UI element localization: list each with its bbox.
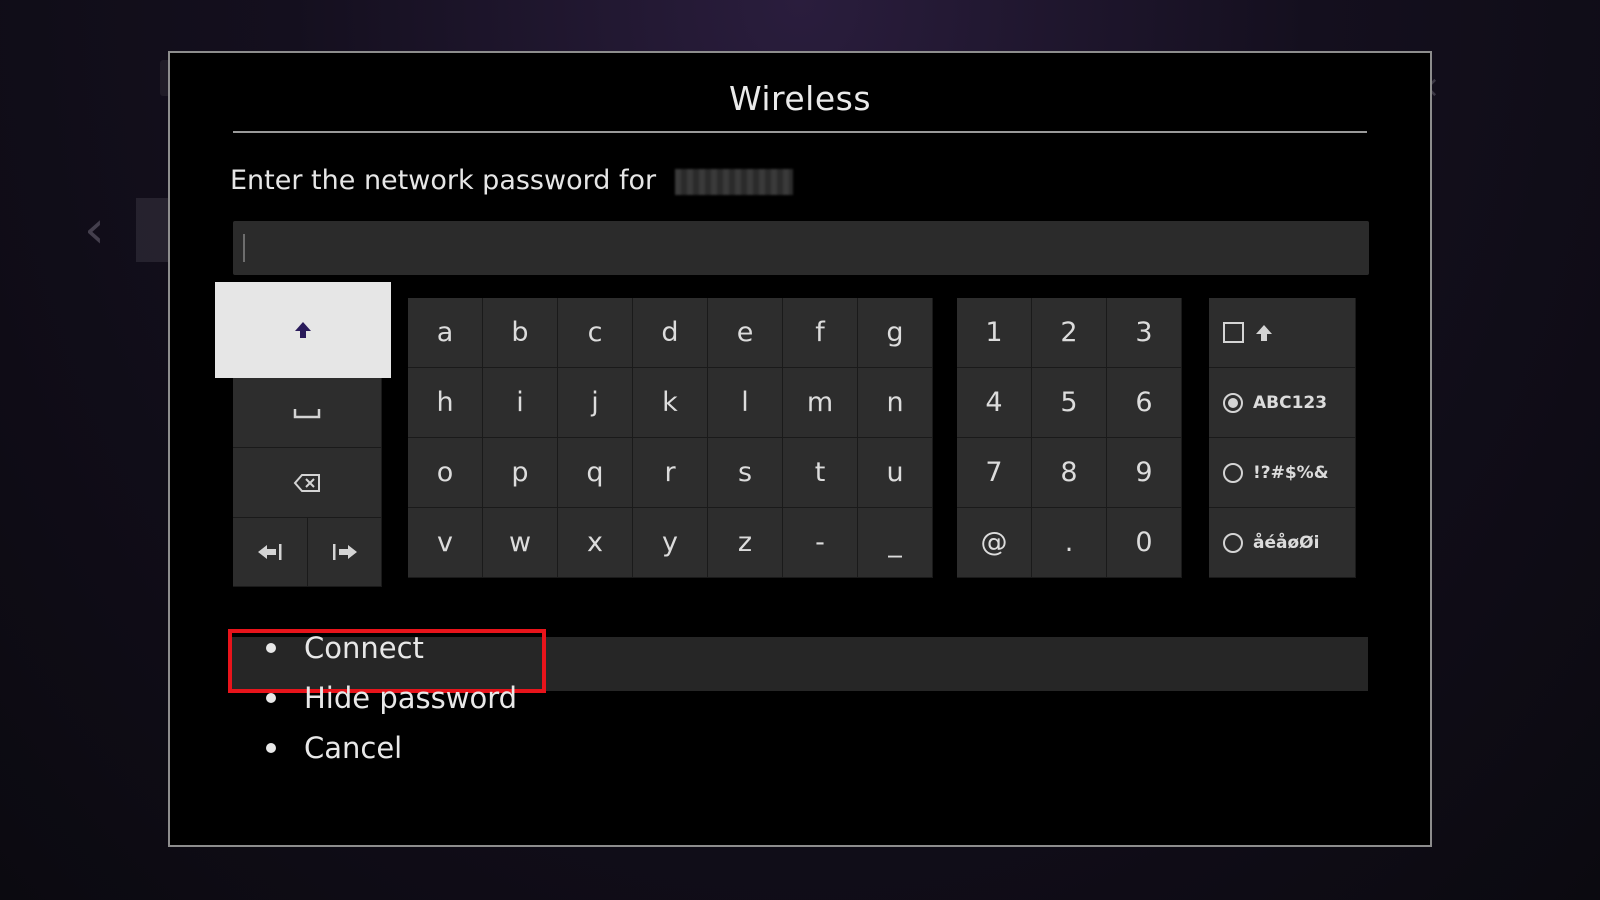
password-prompt: Enter the network password for	[230, 165, 793, 196]
letter-key[interactable]: t	[783, 438, 858, 508]
letter-key[interactable]: w	[483, 508, 558, 578]
mode-abc123-label: ABC123	[1253, 392, 1328, 413]
mode-accents[interactable]: åéåøØi	[1209, 508, 1356, 578]
letter-key[interactable]: j	[558, 368, 633, 438]
number-key[interactable]: 3	[1107, 298, 1182, 368]
shift-icon	[1256, 324, 1272, 341]
dialog-title: Wireless	[728, 79, 872, 118]
letter-key[interactable]: -	[783, 508, 858, 578]
connect-button[interactable]: Connect	[266, 631, 424, 665]
letter-key[interactable]: k	[633, 368, 708, 438]
redacted-network-name	[674, 168, 793, 195]
connect-label: Connect	[304, 631, 424, 665]
letter-key[interactable]: o	[408, 438, 483, 508]
cursor-left-key[interactable]	[233, 518, 308, 587]
caps-lock-toggle[interactable]	[1209, 298, 1356, 368]
space-key[interactable]	[233, 378, 382, 448]
space-icon	[293, 408, 321, 418]
number-key[interactable]: 0	[1107, 508, 1182, 578]
hide-password-label: Hide password	[304, 681, 518, 715]
letter-key[interactable]: h	[408, 368, 483, 438]
cursor-right-icon	[332, 544, 357, 560]
letter-key[interactable]: m	[783, 368, 858, 438]
number-key[interactable]: 1	[957, 298, 1032, 368]
number-key[interactable]: 2	[1032, 298, 1107, 368]
cursor-left-icon	[258, 544, 282, 560]
letter-key[interactable]: i	[483, 368, 558, 438]
letter-key[interactable]: a	[408, 298, 483, 368]
number-key[interactable]: 7	[957, 438, 1032, 508]
shift-icon	[295, 322, 311, 338]
backspace-icon	[293, 473, 320, 492]
mode-abc123[interactable]: ABC123	[1209, 368, 1356, 438]
cancel-button[interactable]: Cancel	[266, 731, 402, 765]
letter-key[interactable]: q	[558, 438, 633, 508]
text-cursor	[243, 234, 245, 262]
caps-lock-checkbox[interactable]	[1223, 322, 1244, 343]
mode-accents-radio[interactable]	[1223, 532, 1243, 553]
letter-key[interactable]: s	[708, 438, 783, 508]
letter-key[interactable]: r	[633, 438, 708, 508]
letter-key[interactable]: d	[633, 298, 708, 368]
hide-password-button[interactable]: Hide password	[266, 681, 517, 715]
mode-abc123-radio[interactable]	[1223, 392, 1243, 413]
letter-key[interactable]: f	[783, 298, 858, 368]
cursor-right-key[interactable]	[308, 518, 382, 587]
bullet-icon	[266, 693, 276, 703]
password-input[interactable]	[233, 221, 1369, 275]
cancel-label: Cancel	[304, 731, 403, 765]
number-key[interactable]: @	[957, 508, 1032, 578]
letter-key[interactable]: z	[708, 508, 783, 578]
mode-symbols-radio[interactable]	[1223, 462, 1243, 483]
letter-key[interactable]: _	[858, 508, 933, 578]
number-key[interactable]: 4	[957, 368, 1032, 438]
bullet-icon	[266, 643, 276, 653]
letter-key[interactable]: n	[858, 368, 933, 438]
letter-key[interactable]: v	[408, 508, 483, 578]
letter-key[interactable]: e	[708, 298, 783, 368]
letter-key[interactable]: l	[708, 368, 783, 438]
number-key[interactable]: 6	[1107, 368, 1182, 438]
number-key[interactable]: 9	[1107, 438, 1182, 508]
prompt-text: Enter the network password for	[230, 165, 657, 196]
letter-key[interactable]: y	[633, 508, 708, 578]
backspace-key[interactable]	[233, 448, 382, 518]
number-key[interactable]: 8	[1032, 438, 1107, 508]
letter-key[interactable]: g	[858, 298, 933, 368]
background-back-chevron-icon: ‹	[84, 200, 105, 260]
letter-key[interactable]: p	[483, 438, 558, 508]
mode-symbols-label: !?#$%&	[1253, 462, 1329, 483]
bullet-icon	[266, 743, 276, 753]
number-key[interactable]: 5	[1032, 368, 1107, 438]
mode-symbols[interactable]: !?#$%&	[1209, 438, 1356, 508]
number-key[interactable]: .	[1032, 508, 1107, 578]
shift-key[interactable]	[215, 282, 391, 378]
letter-key[interactable]: u	[858, 438, 933, 508]
letter-key[interactable]: b	[483, 298, 558, 368]
mode-accents-label: åéåøØi	[1253, 532, 1320, 553]
title-divider	[233, 131, 1367, 133]
letter-key[interactable]: c	[558, 298, 633, 368]
letter-key[interactable]: x	[558, 508, 633, 578]
wireless-password-dialog: Wireless Enter the network password for …	[168, 51, 1432, 847]
